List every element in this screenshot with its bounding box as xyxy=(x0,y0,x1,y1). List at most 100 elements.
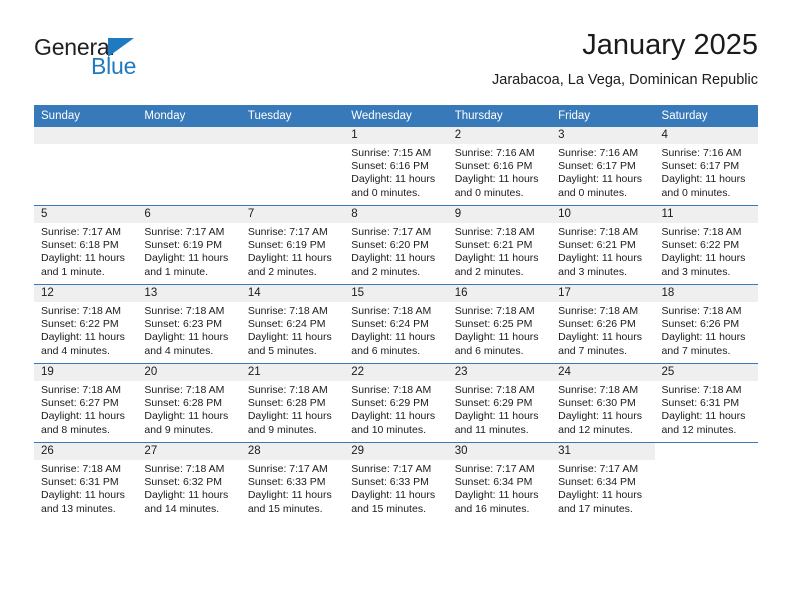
calendar-day-cell[interactable]: 4 Sunrise: 7:16 AM Sunset: 6:17 PM Daylight… xyxy=(654,127,758,206)
calendar-day-cell[interactable]: 18 Sunrise: 7:18 AM Sunset: 6:26 PM Dayligh… xyxy=(654,284,758,364)
calendar-day-cell[interactable]: 27 Sunrise: 7:18 AM Sunset: 6:32 PM Dayligh… xyxy=(137,442,241,521)
daylight-text-line1: Daylight: 11 hours xyxy=(558,252,642,265)
day-sun-info: Sunrise: 7:18 AM Sunset: 6:27 PM Daylight:… xyxy=(34,381,137,437)
daylight-text-line2: and 5 minutes. xyxy=(247,344,317,357)
calendar-day-cell[interactable]: 28 Sunrise: 7:17 AM Sunset: 6:33 PM Dayligh… xyxy=(240,442,345,521)
day-sun-info: Sunrise: 7:16 AM Sunset: 6:17 PM Daylight:… xyxy=(551,144,654,200)
sunrise-text: Sunrise: 7:18 AM xyxy=(454,226,535,238)
day-sun-info: Sunrise: 7:18 AM Sunset: 6:28 PM Daylight:… xyxy=(137,381,240,437)
day-cell-content: 16 Sunrise: 7:18 AM Sunset: 6:25 PM Dayligh… xyxy=(447,285,552,363)
calendar-day-cell[interactable]: 30 Sunrise: 7:17 AM Sunset: 6:34 PM Dayligh… xyxy=(447,442,552,521)
weekday-header-monday: Monday xyxy=(137,105,241,127)
calendar-day-cell[interactable]: 22 Sunrise: 7:18 AM Sunset: 6:29 PM Dayligh… xyxy=(344,363,448,443)
calendar-week-row: 19 Sunrise: 7:18 AM Sunset: 6:27 PM Dayligh… xyxy=(34,363,758,443)
calendar-day-cell[interactable]: 5 Sunrise: 7:17 AM Sunset: 6:18 PM Daylight… xyxy=(34,205,138,285)
day-sun-info: Sunrise: 7:17 AM Sunset: 6:20 PM Daylight:… xyxy=(344,223,447,279)
calendar-day-cell[interactable]: 2 Sunrise: 7:16 AM Sunset: 6:16 PM Daylight… xyxy=(447,127,552,206)
calendar-week-row: 12 Sunrise: 7:18 AM Sunset: 6:22 PM Dayligh… xyxy=(34,284,758,364)
calendar-day-cell[interactable]: 6 Sunrise: 7:17 AM Sunset: 6:19 PM Daylight… xyxy=(137,205,241,285)
daylight-text-line2: and 0 minutes. xyxy=(351,186,421,199)
weekday-header-thursday: Thursday xyxy=(447,105,552,127)
calendar-day-cell[interactable] xyxy=(34,127,138,206)
day-cell-content: 10 Sunrise: 7:18 AM Sunset: 6:21 PM Dayligh… xyxy=(551,206,655,284)
daylight-text-line1: Daylight: 11 hours xyxy=(41,252,125,265)
logo-text-blue: Blue xyxy=(91,53,137,79)
calendar-day-cell[interactable] xyxy=(240,127,345,206)
sunrise-text: Sunrise: 7:18 AM xyxy=(661,226,742,238)
day-cell-content: 2 Sunrise: 7:16 AM Sunset: 6:16 PM Daylight… xyxy=(447,127,552,205)
sunrise-text: Sunrise: 7:16 AM xyxy=(661,147,742,159)
calendar-day-cell[interactable]: 14 Sunrise: 7:18 AM Sunset: 6:24 PM Dayligh… xyxy=(240,284,345,364)
day-sun-info: Sunrise: 7:18 AM Sunset: 6:24 PM Daylight:… xyxy=(344,302,447,358)
day-cell-content: 14 Sunrise: 7:18 AM Sunset: 6:24 PM Dayligh… xyxy=(240,285,345,363)
calendar-day-cell[interactable]: 29 Sunrise: 7:17 AM Sunset: 6:33 PM Dayligh… xyxy=(344,442,448,521)
calendar-day-cell[interactable]: 16 Sunrise: 7:18 AM Sunset: 6:25 PM Dayligh… xyxy=(447,284,552,364)
day-cell-content: 18 Sunrise: 7:18 AM Sunset: 6:26 PM Dayligh… xyxy=(654,285,758,363)
sunrise-text: Sunrise: 7:17 AM xyxy=(144,226,225,238)
daylight-text-line1: Daylight: 11 hours xyxy=(558,331,642,344)
day-sun-info: Sunrise: 7:18 AM Sunset: 6:26 PM Daylight:… xyxy=(551,302,654,358)
calendar-day-cell[interactable]: 20 Sunrise: 7:18 AM Sunset: 6:28 PM Dayligh… xyxy=(137,363,241,443)
daylight-text-line1: Daylight: 11 hours xyxy=(661,173,746,186)
day-number: 4 xyxy=(654,127,758,144)
daylight-text-line1: Daylight: 11 hours xyxy=(41,410,125,423)
sunset-text: Sunset: 6:20 PM xyxy=(351,239,429,252)
calendar-day-cell[interactable]: 31 Sunrise: 7:17 AM Sunset: 6:34 PM Dayligh… xyxy=(551,442,655,521)
daylight-text-line1: Daylight: 11 hours xyxy=(41,331,125,344)
calendar-day-cell[interactable]: 10 Sunrise: 7:18 AM Sunset: 6:21 PM Dayligh… xyxy=(551,205,655,285)
day-cell-content: 15 Sunrise: 7:18 AM Sunset: 6:24 PM Dayligh… xyxy=(344,285,448,363)
day-number: 3 xyxy=(551,127,655,144)
calendar-page: General Blue January 2025 Jarabacoa, La … xyxy=(0,0,792,612)
day-number: 8 xyxy=(344,206,448,223)
day-number: 5 xyxy=(34,206,138,223)
sunrise-text: Sunrise: 7:18 AM xyxy=(144,463,225,475)
sunset-text: Sunset: 6:25 PM xyxy=(454,318,533,331)
day-cell-content: 4 Sunrise: 7:16 AM Sunset: 6:17 PM Daylight… xyxy=(654,127,758,205)
daylight-text-line2: and 0 minutes. xyxy=(661,186,731,199)
day-sun-info: Sunrise: 7:18 AM Sunset: 6:25 PM Daylight:… xyxy=(448,302,551,358)
daylight-text-line1: Daylight: 11 hours xyxy=(661,252,746,265)
calendar-day-cell[interactable]: 9 Sunrise: 7:18 AM Sunset: 6:21 PM Daylight… xyxy=(447,205,552,285)
calendar-day-cell[interactable]: 1 Sunrise: 7:15 AM Sunset: 6:16 PM Daylight… xyxy=(344,127,448,206)
sunrise-text: Sunrise: 7:18 AM xyxy=(661,384,742,396)
sunrise-text: Sunrise: 7:18 AM xyxy=(247,384,328,396)
calendar-day-cell[interactable]: 8 Sunrise: 7:17 AM Sunset: 6:20 PM Daylight… xyxy=(344,205,448,285)
daylight-text-line1: Daylight: 11 hours xyxy=(247,331,332,344)
daylight-text-line2: and 12 minutes. xyxy=(661,423,737,436)
day-cell-content: 23 Sunrise: 7:18 AM Sunset: 6:29 PM Dayligh… xyxy=(447,364,552,442)
calendar-day-cell[interactable] xyxy=(654,442,758,521)
calendar-day-cell[interactable]: 12 Sunrise: 7:18 AM Sunset: 6:22 PM Dayligh… xyxy=(34,284,138,364)
calendar-day-cell[interactable]: 13 Sunrise: 7:18 AM Sunset: 6:23 PM Dayligh… xyxy=(137,284,241,364)
calendar-day-cell[interactable] xyxy=(137,127,241,206)
sunrise-text: Sunrise: 7:17 AM xyxy=(351,226,432,238)
daylight-text-line2: and 12 minutes. xyxy=(558,423,633,436)
calendar-day-cell[interactable]: 19 Sunrise: 7:18 AM Sunset: 6:27 PM Dayligh… xyxy=(34,363,138,443)
day-sun-info: Sunrise: 7:17 AM Sunset: 6:33 PM Daylight:… xyxy=(241,460,344,516)
calendar-day-cell[interactable]: 23 Sunrise: 7:18 AM Sunset: 6:29 PM Dayligh… xyxy=(447,363,552,443)
day-sun-info: Sunrise: 7:17 AM Sunset: 6:34 PM Daylight:… xyxy=(448,460,551,516)
calendar-day-cell[interactable]: 25 Sunrise: 7:18 AM Sunset: 6:31 PM Dayligh… xyxy=(654,363,758,443)
day-number: 24 xyxy=(551,364,655,381)
calendar-day-cell[interactable]: 24 Sunrise: 7:18 AM Sunset: 6:30 PM Dayligh… xyxy=(551,363,655,443)
sunset-text: Sunset: 6:30 PM xyxy=(558,397,636,410)
daylight-text-line2: and 6 minutes. xyxy=(351,344,421,357)
daylight-text-line2: and 7 minutes. xyxy=(558,344,627,357)
day-cell-content: 6 Sunrise: 7:17 AM Sunset: 6:19 PM Daylight… xyxy=(137,206,241,284)
day-number xyxy=(34,127,138,144)
daylight-text-line1: Daylight: 11 hours xyxy=(144,410,229,423)
day-number: 16 xyxy=(447,285,552,302)
day-number: 20 xyxy=(137,364,241,381)
calendar-day-cell[interactable]: 26 Sunrise: 7:18 AM Sunset: 6:31 PM Dayligh… xyxy=(34,442,138,521)
day-number: 6 xyxy=(137,206,241,223)
calendar-day-cell[interactable]: 15 Sunrise: 7:18 AM Sunset: 6:24 PM Dayligh… xyxy=(344,284,448,364)
calendar-day-cell[interactable]: 7 Sunrise: 7:17 AM Sunset: 6:19 PM Daylight… xyxy=(240,205,345,285)
day-cell-content: 21 Sunrise: 7:18 AM Sunset: 6:28 PM Dayligh… xyxy=(240,364,345,442)
day-number: 28 xyxy=(240,443,345,460)
day-sun-info: Sunrise: 7:18 AM Sunset: 6:26 PM Daylight:… xyxy=(655,302,758,358)
calendar-day-cell[interactable]: 11 Sunrise: 7:18 AM Sunset: 6:22 PM Dayligh… xyxy=(654,205,758,285)
day-cell-content: 8 Sunrise: 7:17 AM Sunset: 6:20 PM Daylight… xyxy=(344,206,448,284)
calendar-week-row: 26 Sunrise: 7:18 AM Sunset: 6:31 PM Dayligh… xyxy=(34,442,758,521)
calendar-day-cell[interactable]: 3 Sunrise: 7:16 AM Sunset: 6:17 PM Daylight… xyxy=(551,127,655,206)
calendar-day-cell[interactable]: 17 Sunrise: 7:18 AM Sunset: 6:26 PM Dayligh… xyxy=(551,284,655,364)
calendar-day-cell[interactable]: 21 Sunrise: 7:18 AM Sunset: 6:28 PM Dayligh… xyxy=(240,363,345,443)
